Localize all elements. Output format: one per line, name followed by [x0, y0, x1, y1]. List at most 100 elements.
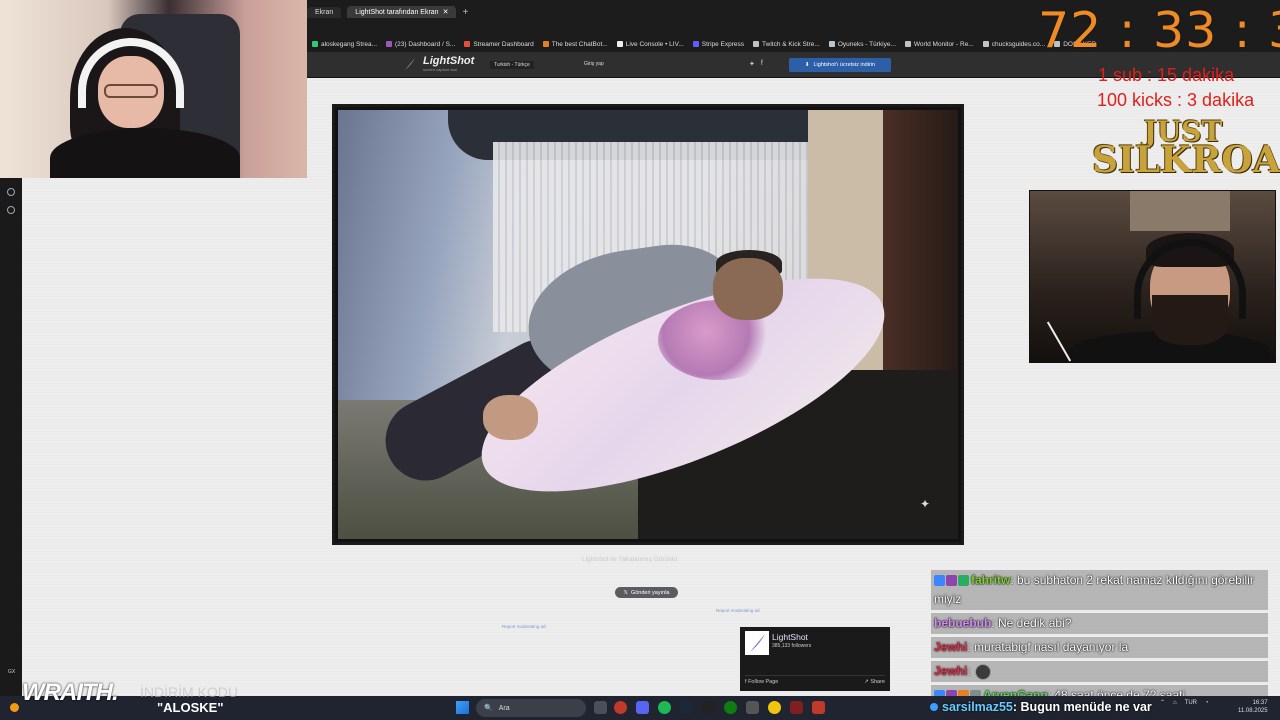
logo-tagline: screen capture tool [423, 67, 458, 72]
taskbar-search[interactable]: 🔍 Ara [476, 699, 586, 717]
chat-username[interactable]: fahritw [971, 573, 1010, 587]
bookmark-item[interactable]: Live Console • LIV... [616, 41, 684, 48]
login-link[interactable]: Giriş yap [584, 61, 604, 67]
settings-icon[interactable] [7, 206, 15, 214]
fb-page-name[interactable]: LightShot [772, 632, 808, 642]
bookmark-label: World Monitor - Re... [913, 40, 974, 48]
bookmark-item[interactable]: chucksguides.co... [982, 41, 1045, 48]
chrome-icon[interactable] [768, 701, 781, 714]
system-tray: ⌃ ⌂ TUR ◔ [1160, 699, 1209, 707]
chat-text: : Ne dedik abi? [991, 616, 1072, 630]
bookmark-favicon-icon [312, 41, 318, 47]
bookmark-favicon-icon [464, 41, 471, 47]
clock[interactable]: 16:37 11.08.2025 [1238, 699, 1268, 715]
bookmark-favicon-icon [753, 41, 760, 47]
bookmark-label: Twitch & Kick Stre... [762, 40, 820, 48]
screenshot-image[interactable]: ✦ [338, 110, 958, 539]
language-select[interactable]: Turkish - Türkçe [490, 61, 534, 69]
chat-text: : muratabigf nasıl dayanıyor la [967, 640, 1129, 654]
clock-date: 11.08.2025 [1238, 708, 1268, 714]
badge-icon [946, 575, 957, 587]
lightshot-logo[interactable] [745, 631, 769, 655]
bookmark-label: The best ChatBot... [551, 40, 608, 48]
bookmark-item[interactable]: (23) Dashboard / S... [386, 41, 455, 48]
obs-icon[interactable] [812, 701, 825, 714]
chat-username[interactable]: Jewhi [934, 664, 967, 678]
file-explorer-icon[interactable] [594, 701, 607, 714]
badge-icon [958, 575, 969, 587]
app-icon[interactable] [746, 701, 759, 714]
discord-icon[interactable] [636, 701, 649, 714]
chat-message: fahritw: bu subhaton 2 rekat namaz kıldı… [931, 570, 1268, 610]
app-icon[interactable] [790, 701, 803, 714]
ticker-user: sarsilmaz55 [942, 700, 1013, 714]
network-icon[interactable]: ⌂ [1173, 700, 1177, 706]
webcam-guest [1029, 190, 1276, 363]
facebook-icon[interactable]: f [761, 60, 763, 68]
bookmark-favicon-icon [982, 41, 989, 47]
steam-icon[interactable] [680, 701, 693, 714]
bookmark-item[interactable]: Streamer Dashboard [464, 40, 534, 48]
chevron-up-icon[interactable]: ⌃ [1160, 699, 1165, 706]
sponsor-logo: WRAITH. [22, 679, 119, 706]
download-icon: ⬇ [804, 62, 810, 68]
chat-ticker: sarsilmaz55: Bugun menüde ne var [930, 700, 1152, 714]
emote-icon [974, 663, 991, 680]
chat-message: Jewhi: muratabigf nasıl dayanıyor la [931, 637, 1268, 658]
tab-ekran[interactable]: Ekran [307, 6, 342, 18]
language-indicator[interactable]: TUR [1185, 700, 1197, 706]
chat-overlay: fahritw: bu subhaton 2 rekat namaz kıldı… [931, 570, 1268, 709]
share-button[interactable]: ↗ Share [864, 679, 885, 685]
social-links: ✦ f [749, 60, 763, 68]
bookmark-label: Oyuneks - Türkiye... [837, 40, 896, 48]
bookmark-item[interactable]: Twitch & Kick Stre... [753, 41, 820, 48]
screenshot-image-frame: ✦ [332, 104, 964, 545]
bookmark-item[interactable]: The best ChatBot... [542, 40, 608, 48]
sparkle-icon: ✦ [919, 497, 930, 511]
badge-icon [934, 575, 945, 587]
bookmark-item[interactable]: aloskegang Strea... [312, 41, 377, 48]
tab-lightshot[interactable]: LightShot tarafından Ekran ✕ [347, 6, 457, 18]
image-caption: Lightshot ile Yakalanmış Görüntü [582, 556, 678, 563]
feather-icon [405, 58, 415, 70]
chat-message: Jewhi: [931, 661, 1268, 682]
twitter-icon[interactable]: ✦ [749, 60, 755, 68]
spotify-icon[interactable] [658, 701, 671, 714]
sidebar-icon[interactable] [7, 188, 15, 196]
download-button[interactable]: ⬇ Lightshot'ı ücretsiz indirin [789, 58, 891, 72]
notification-icon [10, 703, 19, 712]
bookmark-item[interactable]: Oyuneks - Türkiye... [828, 40, 896, 48]
opera-gx-icon[interactable] [614, 701, 627, 714]
ticker-text: : Bugun menüde ne var [1012, 700, 1152, 714]
screen: Ekran LightShot tarafından Ekran ✕ + alos… [0, 0, 1280, 720]
new-tab-icon[interactable]: + [462, 7, 468, 18]
x-icon: 𝕏 [623, 589, 628, 596]
tweet-button[interactable]: 𝕏 Gönderi yayınla [615, 587, 678, 598]
bookmark-label: Streamer Dashboard [473, 40, 534, 48]
chat-message: bebuebub: Ne dedik abi? [931, 613, 1268, 634]
kick-rule-text: 100 kicks : 3 dakika [1097, 90, 1255, 110]
bookmark-label: aloskegang Strea... [321, 40, 378, 48]
gx-icon[interactable]: GX [8, 669, 15, 675]
report-ad-link[interactable]: Report moderating ad [716, 608, 760, 613]
sub-rule-text: 1 sub : 15 dakika [1098, 65, 1235, 85]
chat-username[interactable]: Jewhi [934, 640, 967, 654]
bookmark-item[interactable]: Stripe Express [692, 41, 744, 48]
subathon-timer: 72 : 33 : 34 [1038, 2, 1280, 59]
tab-bar: Ekran LightShot tarafından Ekran ✕ + [307, 3, 468, 21]
windows-start-icon[interactable] [456, 701, 469, 714]
logo-text: LightShot [423, 55, 475, 67]
bookmark-item[interactable]: World Monitor - Re... [904, 40, 974, 48]
close-icon[interactable]: ✕ [443, 8, 449, 16]
search-icon: 🔍 [484, 705, 493, 712]
report-ad-link[interactable]: Report moderating ad [502, 624, 546, 629]
webcam-streamer [0, 0, 307, 178]
wifi-icon[interactable]: ◔ [1205, 700, 1209, 706]
bookmark-favicon-icon [904, 41, 911, 47]
follow-page-button[interactable]: f Follow Page [745, 679, 778, 685]
epic-games-icon[interactable] [702, 701, 715, 714]
chat-username[interactable]: bebuebub [934, 616, 991, 630]
lightshot-logo[interactable]: LightShot screen capture tool [423, 55, 474, 72]
xbox-icon[interactable] [724, 701, 737, 714]
ticker-badge-icon [930, 703, 938, 711]
